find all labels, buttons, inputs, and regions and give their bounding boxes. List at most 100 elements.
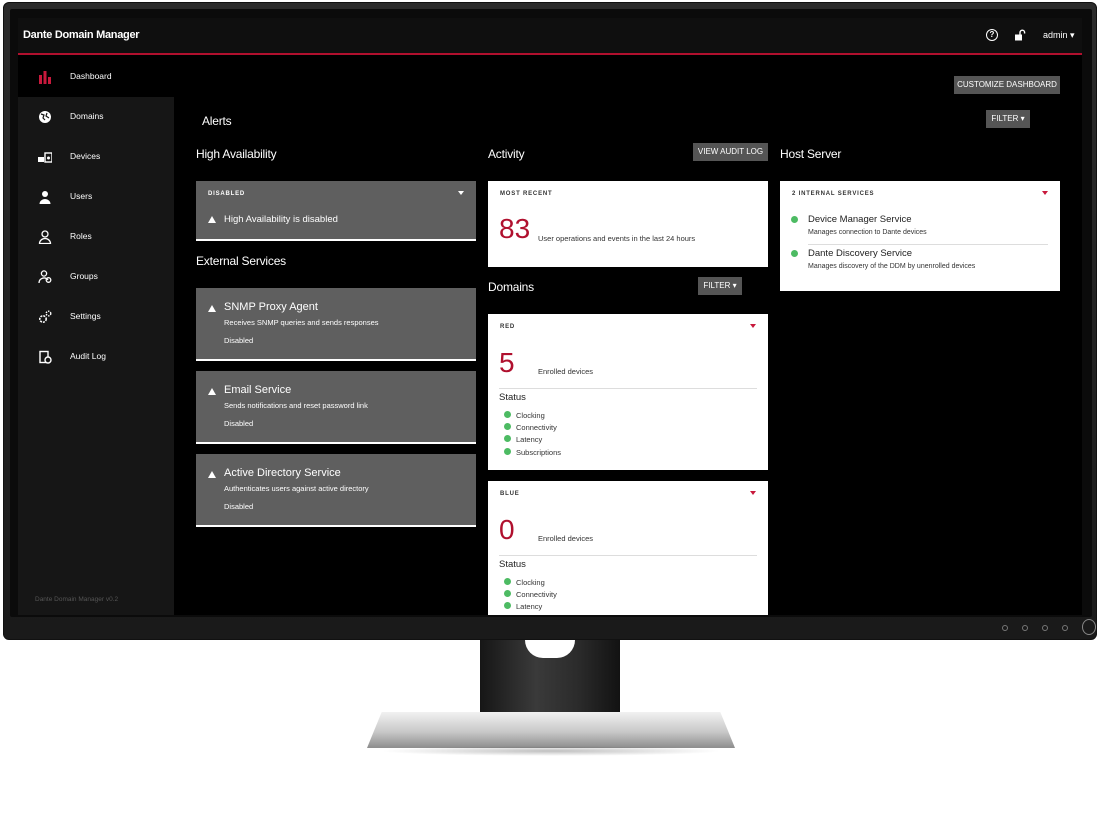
chevron-down-icon[interactable]: [750, 324, 756, 328]
domains-title: Domains: [488, 280, 534, 294]
status-label: Latency: [516, 602, 543, 611]
sidebar-item-label: Dashboard: [70, 71, 112, 81]
audit-log-icon: [38, 350, 52, 364]
globe-icon: [38, 110, 52, 124]
status-ok-icon: [504, 602, 511, 609]
sidebar-item-label: Settings: [70, 311, 101, 321]
sidebar-item-roles[interactable]: Roles: [18, 217, 174, 257]
enrolled-count: 0: [499, 514, 515, 545]
sidebar-item-devices[interactable]: Devices: [18, 137, 174, 177]
host-service-name: Dante Discovery Service: [808, 248, 913, 259]
sidebar-item-label: Roles: [70, 231, 92, 241]
status-ok-icon: [791, 216, 798, 223]
help-icon[interactable]: ?: [986, 29, 998, 41]
status-label: Connectivity: [516, 423, 557, 432]
activity-card: MOST RECENT 83 User operations and event…: [488, 181, 768, 267]
activity-title: Activity: [488, 147, 525, 161]
role-icon: [38, 230, 52, 245]
card-caption: DISABLED: [208, 191, 246, 197]
user-icon: [38, 190, 52, 204]
sidebar-item-domains[interactable]: Domains: [18, 97, 174, 137]
service-name: Email Service: [224, 384, 292, 396]
status-ok-icon: [504, 411, 511, 418]
stand-shadow: [380, 746, 722, 756]
monitor-button: [1002, 625, 1008, 631]
warning-icon: [208, 216, 216, 223]
status-ok-icon: [504, 578, 511, 585]
sidebar-item-groups[interactable]: Groups: [18, 257, 174, 297]
high-availability-title: High Availability: [196, 147, 277, 161]
service-name: Active Directory Service: [224, 467, 341, 479]
sidebar-item-label: Domains: [70, 111, 104, 121]
service-description: Sends notifications and reset password l…: [224, 401, 368, 410]
status-ok-icon: [791, 250, 798, 257]
chevron-down-icon[interactable]: [1042, 191, 1048, 195]
external-service-card[interactable]: Email Service Sends notifications and re…: [196, 371, 476, 444]
unlock-icon[interactable]: [1014, 29, 1026, 41]
service-description: Authenticates users against active direc…: [224, 484, 369, 493]
host-server-title: Host Server: [780, 147, 842, 161]
domain-card-blue[interactable]: BLUE 0 Enrolled devices Status Clocking …: [488, 481, 768, 615]
status-label: Clocking: [516, 411, 545, 420]
domain-card-red[interactable]: RED 5 Enrolled devices Status Clocking C…: [488, 314, 768, 470]
service-name: SNMP Proxy Agent: [224, 301, 318, 313]
monitor-mockup: Dante Domain Manager ? admin ▾ Dashboard…: [0, 0, 1099, 815]
divider: [808, 244, 1048, 245]
host-server-card[interactable]: 2 INTERNAL SERVICES Device Manager Servi…: [780, 181, 1060, 291]
card-caption: RED: [500, 324, 516, 330]
gear-icon: [38, 310, 52, 324]
status-title: Status: [499, 392, 526, 403]
card-caption: BLUE: [500, 491, 520, 497]
status-label: Subscriptions: [516, 448, 562, 457]
sidebar-item-audit-log[interactable]: Audit Log: [18, 337, 174, 377]
sidebar-item-settings[interactable]: Settings: [18, 297, 174, 337]
chevron-down-icon[interactable]: [750, 491, 756, 495]
sidebar-item-users[interactable]: Users: [18, 177, 174, 217]
status-label: Clocking: [516, 578, 545, 587]
app-screen: Dante Domain Manager ? admin ▾ Dashboard…: [18, 18, 1082, 615]
alerts-filter-button[interactable]: FILTER ▾: [986, 110, 1030, 128]
external-service-card[interactable]: SNMP Proxy Agent Receives SNMP queries a…: [196, 288, 476, 361]
sidebar-item-label: Devices: [70, 151, 101, 161]
chevron-down-icon[interactable]: [458, 191, 464, 195]
activity-count: 83: [499, 213, 531, 244]
external-service-card[interactable]: Active Directory Service Authenticates u…: [196, 454, 476, 527]
service-state: Disabled: [224, 502, 254, 511]
sidebar-item-label: Users: [70, 191, 93, 201]
monitor-button: [1062, 625, 1068, 631]
status-ok-icon: [504, 435, 511, 442]
status-ok-icon: [504, 448, 511, 455]
status-label: Latency: [516, 435, 543, 444]
view-audit-log-button[interactable]: VIEW AUDIT LOG: [693, 143, 768, 161]
enrolled-label: Enrolled devices: [538, 534, 594, 543]
high-availability-card[interactable]: DISABLED High Availability is disabled: [196, 181, 476, 241]
sidebar-item-label: Audit Log: [70, 351, 106, 361]
app-version: Dante Domain Manager v0.2: [35, 596, 119, 603]
devices-icon: [38, 150, 53, 164]
sidebar-item-label: Groups: [70, 271, 98, 281]
domains-filter-button[interactable]: FILTER ▾: [698, 277, 742, 295]
monitor-stand-base: [367, 712, 735, 748]
warning-icon: [208, 388, 216, 395]
high-availability-message: High Availability is disabled: [224, 214, 338, 225]
customize-dashboard-button[interactable]: CUSTOMIZE DASHBOARD: [954, 76, 1060, 94]
monitor-button: [1042, 625, 1048, 631]
enrolled-label: Enrolled devices: [538, 367, 594, 376]
divider: [499, 555, 757, 556]
host-service-description: Manages connection to Dante devices: [808, 229, 927, 236]
service-state: Disabled: [224, 419, 254, 428]
sidebar-item-dashboard[interactable]: Dashboard: [18, 57, 174, 97]
top-bar: Dante Domain Manager ? admin ▾: [18, 18, 1082, 55]
service-state: Disabled: [224, 336, 254, 345]
service-description: Receives SNMP queries and sends response…: [224, 318, 379, 327]
status-label: Connectivity: [516, 590, 557, 599]
groups-icon: [38, 270, 52, 284]
host-service-name: Device Manager Service: [808, 214, 912, 225]
warning-icon: [208, 471, 216, 478]
status-title: Status: [499, 559, 526, 570]
host-service-description: Manages discovery of the DDM by unenroll…: [808, 263, 976, 270]
user-menu[interactable]: admin ▾: [1043, 30, 1075, 41]
alerts-title: Alerts: [202, 114, 232, 128]
bar-chart-icon: [38, 70, 52, 84]
monitor-button: [1022, 625, 1028, 631]
